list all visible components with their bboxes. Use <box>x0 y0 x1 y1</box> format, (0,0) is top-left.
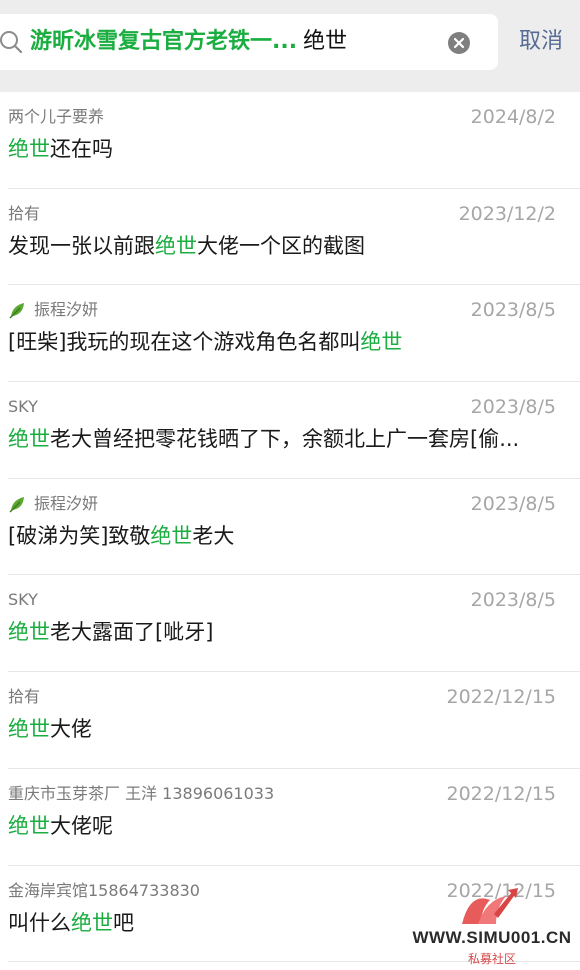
message-text: 老大曾经把零花钱晒了下，余额北上广一套房[偷... <box>50 427 520 452</box>
watermark-name: 私募社区 <box>467 952 516 966</box>
result-sender-name: 两个儿子要养 <box>8 107 105 126</box>
message-text: 发现一张以前跟 <box>8 233 155 258</box>
result-date: 2023/8/5 <box>470 492 556 515</box>
search-results-list: 两个儿子要养 2024/8/2 绝世还在吗 拾有 2023/12/2 发现一张以前跟绝世大… <box>0 92 580 963</box>
leaf-icon <box>9 496 24 513</box>
search-result-item[interactable]: 重庆市玉芽茶厂 王洋 13896061033 2022/12/15 绝世大佬呢 <box>0 768 580 866</box>
result-message: 绝世老大露面了[呲牙] <box>8 616 556 648</box>
highlighted-term: 绝世 <box>150 523 193 548</box>
watermark: WWW.SIMU001.CN 私募社区 <box>398 884 580 970</box>
result-message: 发现一张以前跟绝世大佬一个区的截图 <box>8 230 556 262</box>
message-text: [破涕为笑]致敬 <box>8 523 151 548</box>
message-text: 还在吗 <box>50 137 113 161</box>
result-sender: 金海岸宾馆15864733830 <box>8 880 200 902</box>
result-sender-name: SKY <box>8 590 38 610</box>
result-sender: SKY <box>8 589 38 611</box>
result-message: [旺柴]我玩的现在这个游戏角色名都叫绝世 <box>8 326 556 358</box>
highlighted-term: 绝世 <box>360 330 403 355</box>
search-result-item[interactable]: 振程汐妍 2023/8/5 [旺柴]我玩的现在这个游戏角色名都叫绝世 <box>0 285 580 383</box>
search-result-item[interactable]: SKY 2023/8/5 绝世老大露面了[呲牙] <box>0 575 580 673</box>
highlighted-term: 绝世 <box>155 233 197 258</box>
result-date: 2024/8/2 <box>470 106 556 128</box>
search-result-item[interactable]: 两个儿子要养 2024/8/2 绝世还在吗 <box>0 92 580 189</box>
message-text: 大佬 <box>50 717 92 742</box>
result-sender-name: 振程汐妍 <box>34 493 99 513</box>
result-sender: 拾有 <box>8 686 40 708</box>
clear-icon[interactable] <box>447 31 471 55</box>
result-sender-name: 拾有 <box>8 203 41 223</box>
result-date: 2023/8/5 <box>470 589 556 612</box>
search-icon <box>0 31 23 54</box>
search-result-item[interactable]: 拾有 2022/12/15 绝世大佬 <box>0 672 580 769</box>
search-scope-chip[interactable]: 游昕冰雪复古官方老铁一... <box>30 29 297 54</box>
search-query[interactable]: 游昕冰雪复古官方老铁一... 绝世 <box>30 26 347 58</box>
result-message: [破涕为笑]致敬绝世老大 <box>8 520 556 552</box>
result-sender-name: 重庆市玉芽茶厂 王洋 13896061033 <box>8 783 275 803</box>
result-sender: 两个儿子要养 <box>8 106 104 128</box>
message-text: [旺柴]我玩的现在这个游戏角色名都叫 <box>8 330 361 355</box>
message-text: 大佬呢 <box>50 813 113 838</box>
result-sender: 拾有 <box>8 203 40 225</box>
search-header: 游昕冰雪复古官方老铁一... 绝世 取消 <box>0 0 580 92</box>
result-message: 绝世大佬呢 <box>8 810 556 842</box>
result-message: 绝世还在吗 <box>8 133 556 165</box>
highlighted-term: 绝世 <box>8 620 50 645</box>
cancel-button[interactable]: 取消 <box>510 24 572 60</box>
result-date: 2022/12/15 <box>446 686 556 709</box>
result-message: 绝世大佬 <box>8 713 556 745</box>
highlighted-term: 绝世 <box>8 813 50 838</box>
result-date: 2023/8/5 <box>470 299 556 322</box>
result-date: 2022/12/15 <box>446 782 556 805</box>
search-box[interactable]: 游昕冰雪复古官方老铁一... 绝世 <box>0 14 498 70</box>
message-text: 老大露面了[呲牙] <box>50 620 214 645</box>
result-sender-name: 金海岸宾馆15864733830 <box>8 880 200 900</box>
search-result-item[interactable]: SKY 2023/8/5 绝世老大曾经把零花钱晒了下，余额北上广一套房[偷... <box>0 382 580 479</box>
result-sender: 振程汐妍 <box>8 493 98 515</box>
result-sender-name: 振程汐妍 <box>34 300 99 320</box>
highlighted-term: 绝世 <box>8 717 50 742</box>
result-sender-name: SKY <box>8 397 38 417</box>
result-sender: SKY <box>8 396 38 418</box>
highlighted-term: 绝世 <box>8 137 50 161</box>
highlighted-term: 绝世 <box>71 910 113 935</box>
message-text: 老大 <box>192 523 235 548</box>
search-result-item[interactable]: 振程汐妍 2023/8/5 [破涕为笑]致敬绝世老大 <box>0 478 580 576</box>
result-date: 2023/8/5 <box>470 396 556 419</box>
message-text: 叫什么 <box>8 910 71 935</box>
message-text: 大佬一个区的截图 <box>197 233 365 258</box>
message-text: 吧 <box>113 910 134 935</box>
result-sender-name: 拾有 <box>8 687 41 707</box>
result-sender: 振程汐妍 <box>8 299 98 321</box>
result-message: 绝世老大曾经把零花钱晒了下，余额北上广一套房[偷... <box>8 423 556 455</box>
highlighted-term: 绝世 <box>8 427 50 452</box>
leaf-icon <box>9 303 24 319</box>
result-date: 2023/12/2 <box>458 202 556 225</box>
watermark-logo-icon <box>462 888 518 924</box>
search-result-item[interactable]: 拾有 2023/12/2 发现一张以前跟绝世大佬一个区的截图 <box>0 188 580 286</box>
search-term[interactable]: 绝世 <box>303 29 347 54</box>
result-sender: 重庆市玉芽茶厂 王洋 13896061033 <box>8 783 274 805</box>
watermark-site: WWW.SIMU001.CN <box>412 928 572 947</box>
